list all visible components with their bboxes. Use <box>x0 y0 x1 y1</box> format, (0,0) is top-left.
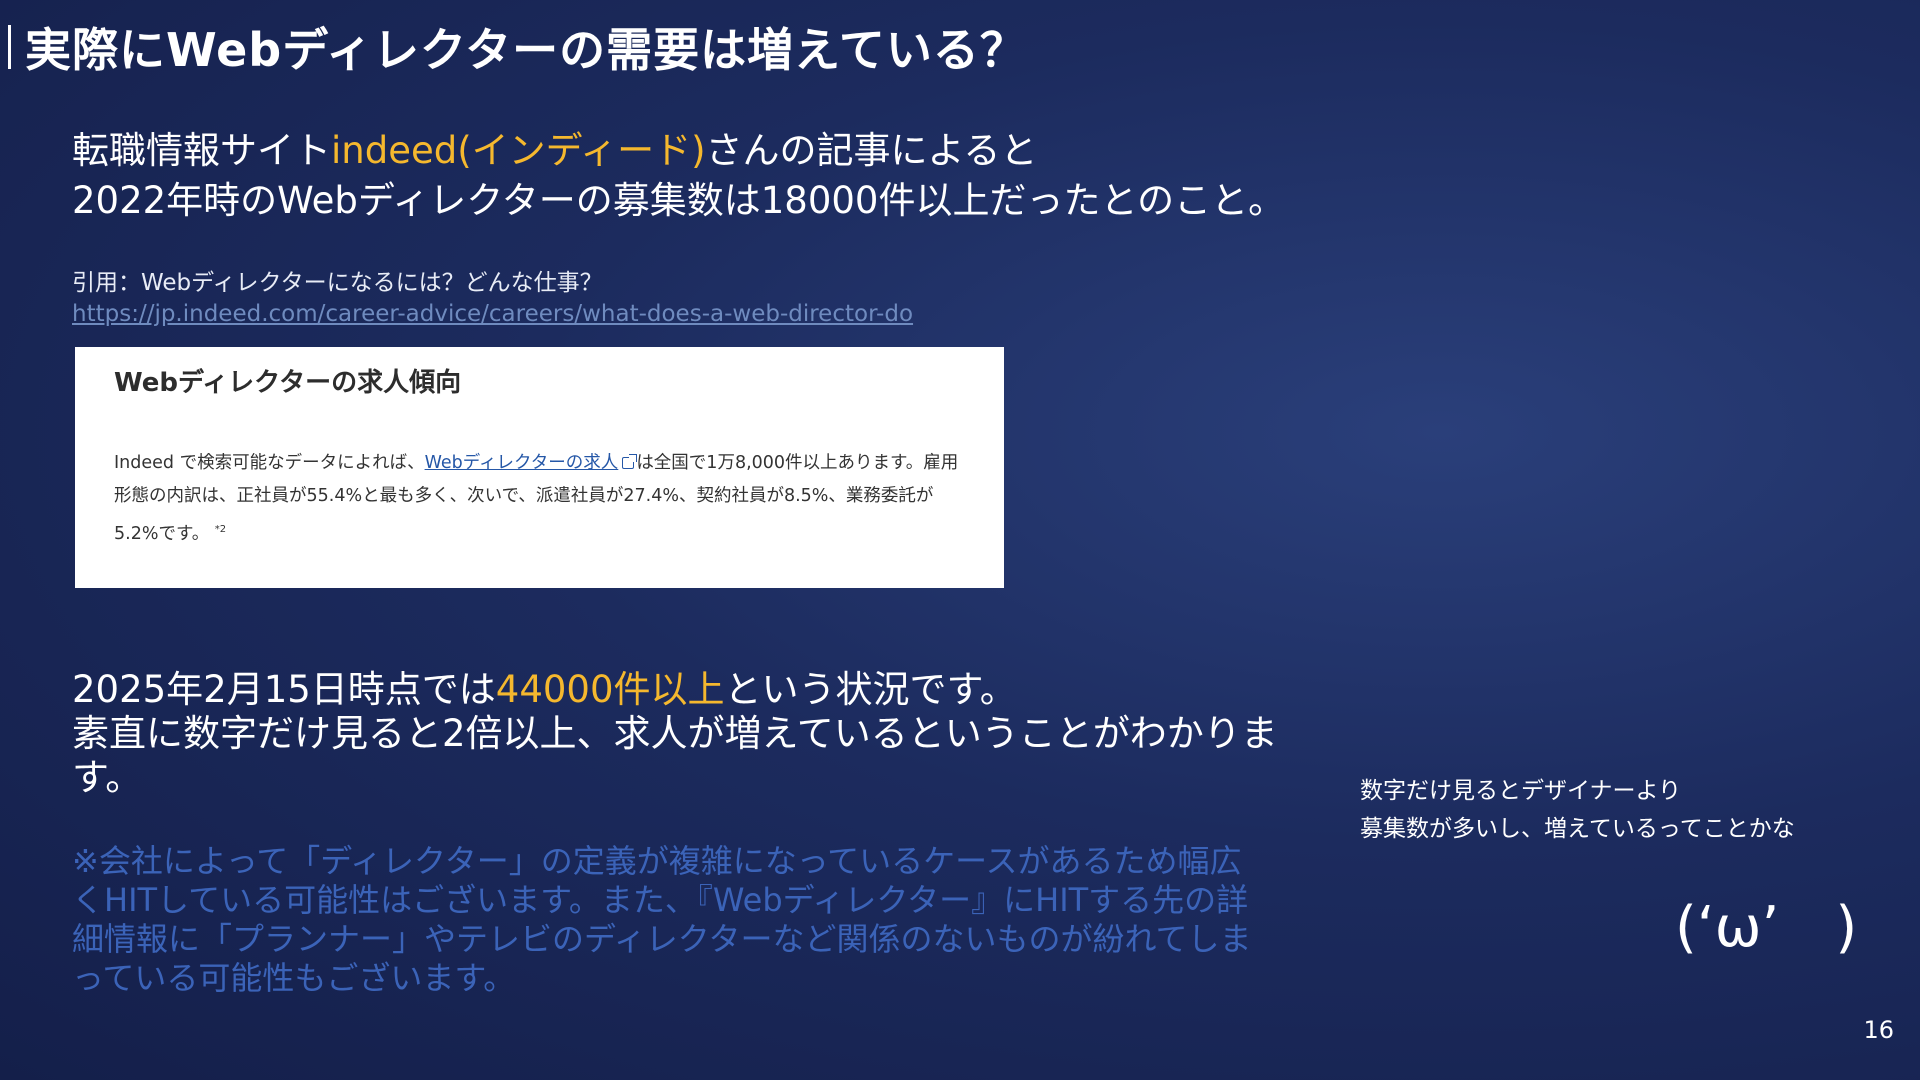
lead-line-1: 転職情報サイトindeed(インディード)さんの記事によると <box>72 126 1292 176</box>
card-footnote: *2 <box>214 524 227 535</box>
status-paragraph: 2025年2月15日時点では44000件以上という状況です。 素直に数字だけ見る… <box>72 668 1292 800</box>
status-text-1: 2025年2月15日時点では <box>72 668 496 711</box>
citation: 引用：Webディレクターになるには？どんな仕事？ https://jp.inde… <box>72 268 913 330</box>
page-number: 16 <box>1863 1016 1894 1044</box>
status-text-2: という状況です。 <box>724 668 1017 711</box>
side-comment-line-1: 数字だけ見るとデザイナーより <box>1360 778 1682 804</box>
card-body: Indeed で検索可能なデータによれば、Webディレクターの求人 は全国で1万8… <box>114 447 974 551</box>
card-job-link[interactable]: Webディレクターの求人 <box>425 453 619 473</box>
disclaimer-note: ※会社によって「ディレクター」の定義が複雑になっているケースがあるため幅広くHI… <box>72 842 1252 997</box>
title-accent-bar <box>8 25 11 69</box>
side-comment: 数字だけ見るとデザイナーより 募集数が多いし、増えているってことかな <box>1360 772 1795 848</box>
lead-text-2: さんの記事によると <box>705 129 1038 172</box>
status-line-1: 2025年2月15日時点では44000件以上という状況です。 <box>72 668 1292 712</box>
side-comment-line-2: 募集数が多いし、増えているってことかな <box>1360 816 1795 842</box>
card-heading: Webディレクターの求人傾向 <box>114 368 462 398</box>
citation-label: 引用：Webディレクターになるには？どんな仕事？ <box>72 270 603 296</box>
quoted-article-screenshot: Webディレクターの求人傾向 Indeed で検索可能なデータによれば、Webデ… <box>75 347 1004 588</box>
card-text-before-link: Indeed で検索可能なデータによれば、 <box>114 453 425 473</box>
external-link-icon <box>622 454 638 469</box>
lead-text-1: 転職情報サイト <box>72 129 331 172</box>
title-bar: 実際にWebディレクターの需要は増えている？ <box>8 14 1027 80</box>
lead-highlight: indeed(インディード) <box>331 129 706 172</box>
lead-paragraph: 転職情報サイトindeed(インディード)さんの記事によると 2022年時のWe… <box>72 126 1292 226</box>
status-line-2: 素直に数字だけ見ると2倍以上、求人が増えているということがわかります。 <box>72 712 1278 799</box>
status-highlight: 44000件以上 <box>495 668 725 711</box>
citation-link[interactable]: https://jp.indeed.com/career-advice/care… <box>72 299 913 330</box>
slide-title: 実際にWebディレクターの需要は増えている？ <box>25 23 1027 77</box>
lead-line-2: 2022年時のWebディレクターの募集数は18000件以上だったとのこと。 <box>72 179 1286 222</box>
emoticon-face: (‘ω’ ) <box>1675 895 1858 960</box>
